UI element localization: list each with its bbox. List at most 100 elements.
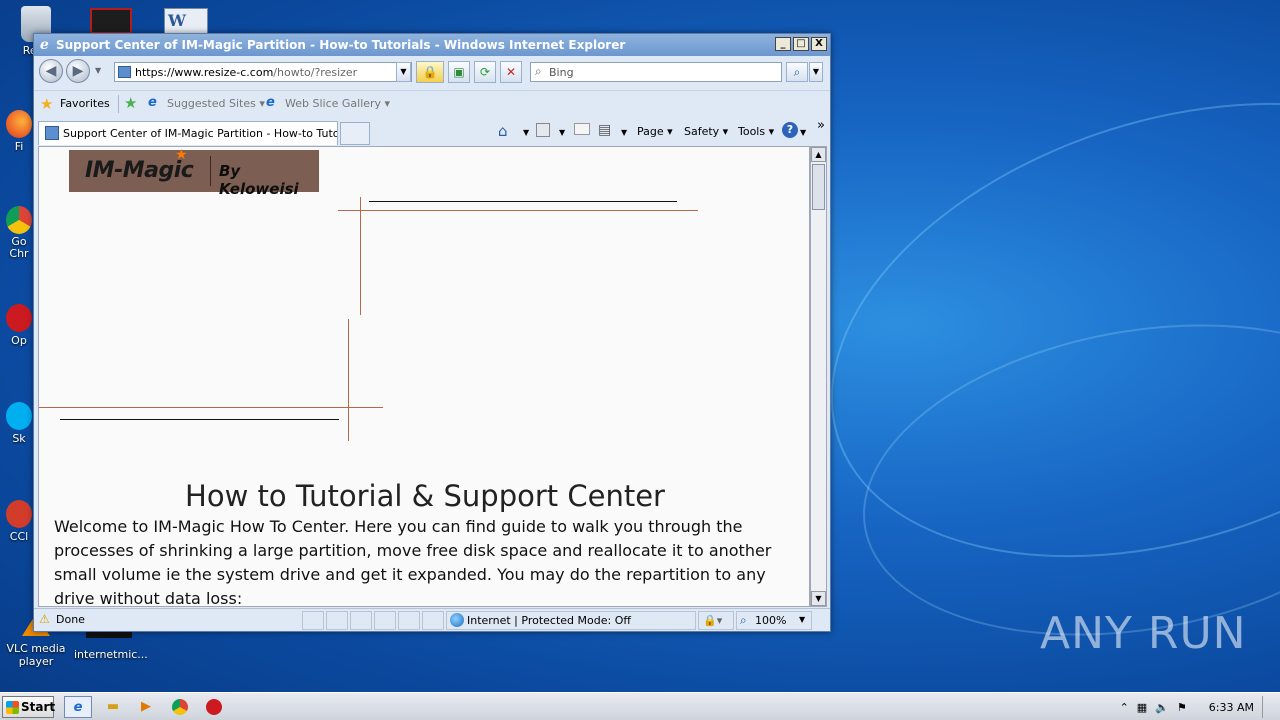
- show-hidden-icons-button[interactable]: ⌃: [1120, 701, 1129, 714]
- taskbar-media-player[interactable]: ▶: [132, 696, 160, 718]
- desktop-icon-label: Sk: [12, 432, 26, 445]
- minimize-button[interactable]: _: [775, 37, 791, 51]
- network-icon[interactable]: ▦: [1137, 701, 1147, 714]
- taskbar-chrome[interactable]: [166, 696, 194, 718]
- scroll-up-button[interactable]: ▲: [811, 147, 826, 162]
- warning-icon: ⚠: [39, 612, 50, 626]
- more-commands-button[interactable]: »: [817, 118, 825, 133]
- tab-title: Support Center of IM-Magic Partition - H…: [63, 127, 338, 140]
- search-button[interactable]: ⌕: [786, 62, 808, 82]
- volume-icon[interactable]: 🔈: [1155, 701, 1169, 714]
- url-path: /howto/?resizer: [273, 66, 358, 79]
- internet-explorer-icon: e: [40, 37, 49, 52]
- address-bar[interactable]: https://www.resize-c.com/howto/?resizer: [114, 62, 412, 82]
- zoom-dropdown-icon: ▼: [799, 615, 806, 624]
- forward-button[interactable]: ▶: [66, 59, 90, 83]
- logo-separator: [210, 156, 211, 186]
- start-button[interactable]: Start: [2, 696, 55, 718]
- word-document-icon[interactable]: W: [164, 8, 208, 34]
- taskbar-opera[interactable]: [200, 696, 228, 718]
- vertical-scrollbar[interactable]: ▲ ▼: [810, 146, 827, 607]
- add-to-favorites-icon[interactable]: ★: [124, 94, 137, 112]
- refresh-icon[interactable]: ⟳: [474, 61, 496, 83]
- favorites-star-icon[interactable]: ★: [40, 95, 53, 113]
- status-bar: ⚠ Done Internet | Protected Mode: Off 🔒▾…: [34, 608, 830, 631]
- desktop-icon-skype[interactable]: Sk: [2, 402, 36, 445]
- safety-menu[interactable]: Safety ▾: [684, 125, 728, 138]
- taskbar-internet-explorer[interactable]: e: [64, 696, 92, 718]
- status-cell-empty: [398, 611, 420, 630]
- read-mail-icon[interactable]: [574, 123, 590, 135]
- desktop-icon-label: internetmic...: [74, 648, 148, 661]
- search-options-dropdown[interactable]: ▼: [809, 62, 823, 82]
- search-input[interactable]: ⌕ Bing: [530, 62, 782, 82]
- decor-line: [360, 197, 361, 315]
- window-controls: _ □ X: [775, 37, 827, 51]
- scroll-down-button[interactable]: ▼: [811, 591, 826, 606]
- print-icon[interactable]: ▤: [598, 122, 611, 138]
- decor-line: [369, 201, 677, 202]
- feeds-icon[interactable]: [536, 123, 550, 137]
- page-icon: [118, 66, 131, 78]
- favorites-button[interactable]: Favorites: [60, 97, 110, 110]
- taskbar-explorer[interactable]: ▬: [99, 696, 127, 718]
- page-menu[interactable]: Page ▾: [637, 125, 673, 138]
- favorites-bar: ★ Favorites ★ e Suggested Sites ▾ e Web …: [34, 90, 830, 116]
- star-icon: ★: [175, 147, 188, 163]
- help-icon[interactable]: ?: [782, 122, 798, 138]
- print-dropdown-icon[interactable]: ▼: [621, 128, 627, 137]
- logo-byline: By Keloweisi: [219, 162, 299, 198]
- web-content[interactable]: IM-Magic ★ By Keloweisi How to Tutorial …: [38, 146, 810, 607]
- address-dropdown-button[interactable]: ▼: [396, 62, 411, 82]
- zone-text: Internet | Protected Mode: Off: [467, 614, 631, 627]
- pdf-icon[interactable]: [90, 8, 132, 34]
- windows-logo-icon: [6, 701, 19, 714]
- status-text: Done: [56, 613, 85, 626]
- scroll-thumb[interactable]: [812, 164, 825, 210]
- desktop-icon-label: CCl: [9, 530, 29, 543]
- decor-line: [60, 419, 339, 420]
- web-slice-gallery-link[interactable]: Web Slice Gallery ▾: [285, 97, 390, 110]
- globe-icon: [450, 613, 464, 627]
- desktop-icon-opera[interactable]: Op: [2, 304, 36, 347]
- back-button[interactable]: ◀: [39, 59, 63, 83]
- compatibility-view-icon[interactable]: ▣: [448, 61, 470, 83]
- maximize-button[interactable]: □: [793, 37, 809, 51]
- zoom-icon: ⌕: [740, 613, 747, 627]
- action-center-flag-icon[interactable]: ⚑: [1177, 701, 1187, 714]
- zoom-level: 100%: [755, 614, 787, 627]
- skype-icon: [6, 402, 32, 430]
- desktop-icon-ccleaner[interactable]: CCl: [2, 500, 36, 543]
- im-magic-logo[interactable]: IM-Magic ★ By Keloweisi: [69, 147, 319, 198]
- title-bar[interactable]: e Support Center of IM-Magic Partition -…: [34, 34, 830, 56]
- opera-icon: [6, 304, 32, 332]
- opera-icon: [206, 699, 222, 715]
- ie-page-icon: e: [148, 95, 157, 110]
- decor-line: [348, 319, 349, 441]
- anyrun-watermark: ANY RUN: [1040, 608, 1247, 659]
- tools-menu[interactable]: Tools ▾: [738, 125, 774, 138]
- protected-mode-icon[interactable]: 🔒▾: [698, 611, 734, 630]
- ie-window[interactable]: e Support Center of IM-Magic Partition -…: [33, 33, 831, 632]
- feeds-dropdown-icon[interactable]: ▼: [559, 128, 565, 137]
- help-dropdown-icon[interactable]: ▼: [800, 128, 806, 137]
- desktop-icon-firefox[interactable]: Fi: [2, 110, 36, 153]
- intro-paragraph: Welcome to IM-Magic How To Center. Here …: [54, 517, 772, 607]
- suggested-sites-link[interactable]: Suggested Sites ▾: [167, 97, 265, 110]
- ie-page-icon: e: [266, 95, 275, 110]
- desktop-icon-chrome[interactable]: Go Chr: [2, 206, 36, 260]
- security-zone[interactable]: Internet | Protected Mode: Off: [446, 611, 696, 630]
- new-tab-button[interactable]: [340, 122, 370, 145]
- home-icon[interactable]: ⌂: [498, 122, 508, 140]
- home-dropdown-icon[interactable]: ▼: [523, 128, 529, 137]
- stop-icon[interactable]: ✕: [500, 61, 522, 83]
- window-title: Support Center of IM-Magic Partition - H…: [56, 38, 626, 52]
- recent-pages-dropdown-icon[interactable]: ▼: [95, 66, 101, 75]
- close-button[interactable]: X: [811, 37, 827, 51]
- taskbar: Start e ▬ ▶ ⌃ ▦ 🔈 ⚑ 6:33 AM: [0, 692, 1280, 720]
- clock[interactable]: 6:33 AM: [1209, 701, 1254, 714]
- lock-icon[interactable]: 🔒: [416, 61, 444, 83]
- show-desktop-button[interactable]: [1262, 696, 1272, 718]
- tab-active[interactable]: Support Center of IM-Magic Partition - H…: [38, 121, 338, 145]
- zoom-control[interactable]: ⌕ 100% ▼: [736, 611, 812, 630]
